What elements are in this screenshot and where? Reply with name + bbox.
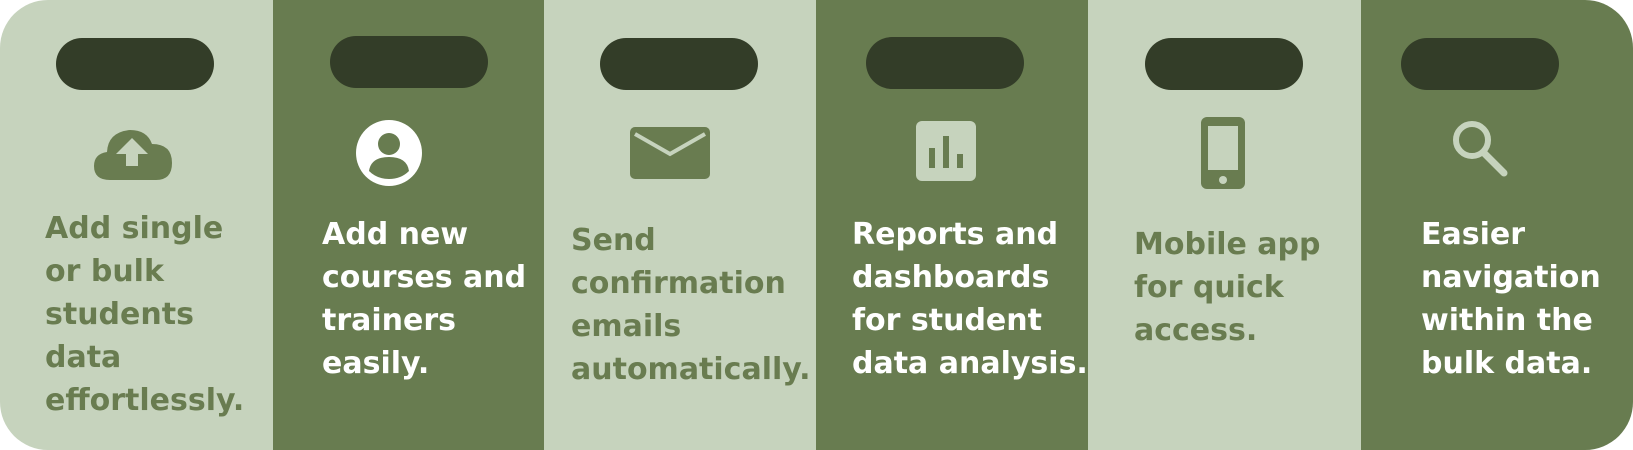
caption-line: within the (1421, 303, 1593, 338)
caption-line: trainers (322, 303, 457, 338)
feature-caption: Add new courses and trainers easily. (322, 213, 526, 385)
caption-line: data analysis. (852, 346, 1088, 381)
feature-caption: Reports and dashboards for student data … (852, 213, 1088, 385)
caption-line: navigation (1421, 260, 1601, 295)
cloud-upload-icon (92, 124, 174, 182)
feature-pill (1401, 38, 1559, 90)
feature-caption: Easier navigation within the bulk data. (1421, 213, 1601, 385)
feature-pill (866, 37, 1024, 89)
caption-line: or bulk (45, 254, 164, 289)
caption-line: Add new (322, 217, 469, 252)
feature-column-bulk-upload: Add single or bulk students data effortl… (0, 0, 273, 450)
feature-strip: Add single or bulk students data effortl… (0, 0, 1633, 450)
caption-line: effortlessly. (45, 383, 245, 418)
feature-column-mobile: Mobile app for quick access. (1088, 0, 1361, 450)
caption-line: Send (571, 223, 656, 258)
caption-line: bulk data. (1421, 346, 1593, 381)
caption-line: Mobile app (1134, 227, 1321, 262)
caption-line: Reports and (852, 217, 1059, 252)
caption-line: access. (1134, 313, 1258, 348)
caption-line: courses and (322, 260, 527, 295)
caption-line: Add single (45, 211, 224, 246)
caption-line: emails (571, 309, 682, 344)
feature-pill (56, 38, 214, 90)
feature-pill (600, 38, 758, 90)
caption-line: confirmation (571, 266, 786, 301)
caption-line: data (45, 340, 122, 375)
feature-caption: Send confirmation emails automatically. (571, 219, 810, 391)
feature-pill (330, 36, 488, 88)
caption-line: Easier (1421, 217, 1526, 252)
feature-column-navigation: Easier navigation within the bulk data. (1361, 0, 1633, 450)
feature-column-courses: Add new courses and trainers easily. (273, 0, 544, 450)
caption-line: students (45, 297, 194, 332)
feature-caption: Mobile app for quick access. (1134, 223, 1321, 352)
bar-chart-icon (915, 120, 977, 182)
user-icon (355, 119, 423, 187)
feature-pill (1145, 38, 1303, 90)
smartphone-icon (1200, 116, 1246, 190)
caption-line: for quick (1134, 270, 1284, 305)
feature-column-emails: Send confirmation emails automatically. (544, 0, 816, 450)
feature-column-reports: Reports and dashboards for student data … (816, 0, 1088, 450)
feature-caption: Add single or bulk students data effortl… (45, 207, 244, 422)
search-icon (1448, 118, 1510, 180)
caption-line: for student (852, 303, 1042, 338)
caption-line: dashboards (852, 260, 1050, 295)
caption-line: automatically. (571, 352, 811, 387)
envelope-icon (629, 126, 711, 180)
caption-line: easily. (322, 346, 430, 381)
